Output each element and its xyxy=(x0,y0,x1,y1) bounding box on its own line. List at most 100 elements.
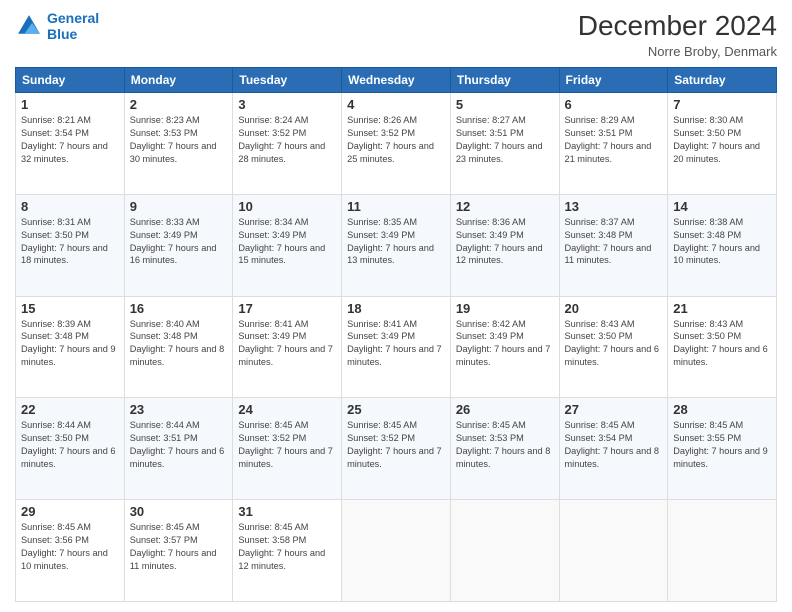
day-header-row: SundayMondayTuesdayWednesdayThursdayFrid… xyxy=(16,68,777,93)
day-number: 8 xyxy=(21,199,119,214)
cell-details: Sunrise: 8:27 AMSunset: 3:51 PMDaylight:… xyxy=(456,114,554,166)
day-number: 9 xyxy=(130,199,228,214)
cell-details: Sunrise: 8:45 AMSunset: 3:52 PMDaylight:… xyxy=(347,419,445,471)
logo-icon xyxy=(15,12,43,40)
week-row-5: 29Sunrise: 8:45 AMSunset: 3:56 PMDayligh… xyxy=(16,500,777,602)
calendar-cell: 31 Sunrise: 8:45 AMSunset: 3:58 PMDayligh… xyxy=(233,500,342,602)
page: General Blue December 2024 Norre Broby, … xyxy=(0,0,792,612)
day-number: 25 xyxy=(347,402,445,417)
header: General Blue December 2024 Norre Broby, … xyxy=(15,10,777,59)
day-number: 3 xyxy=(238,97,336,112)
day-number: 28 xyxy=(673,402,771,417)
day-number: 7 xyxy=(673,97,771,112)
calendar-cell: 19 Sunrise: 8:42 AMSunset: 3:49 PMDayligh… xyxy=(450,296,559,398)
day-number: 30 xyxy=(130,504,228,519)
logo-text: General Blue xyxy=(47,10,99,42)
cell-details: Sunrise: 8:40 AMSunset: 3:48 PMDaylight:… xyxy=(130,318,228,370)
cell-details: Sunrise: 8:23 AMSunset: 3:53 PMDaylight:… xyxy=(130,114,228,166)
calendar-cell: 20 Sunrise: 8:43 AMSunset: 3:50 PMDayligh… xyxy=(559,296,668,398)
cell-details: Sunrise: 8:36 AMSunset: 3:49 PMDaylight:… xyxy=(456,216,554,268)
month-title: December 2024 xyxy=(578,10,777,42)
calendar-cell: 16 Sunrise: 8:40 AMSunset: 3:48 PMDayligh… xyxy=(124,296,233,398)
cell-details: Sunrise: 8:45 AMSunset: 3:57 PMDaylight:… xyxy=(130,521,228,573)
day-number: 15 xyxy=(21,301,119,316)
day-header-thursday: Thursday xyxy=(450,68,559,93)
calendar-cell: 10Sunrise: 8:34 AMSunset: 3:49 PMDayligh… xyxy=(233,194,342,296)
calendar-cell: 21 Sunrise: 8:43 AMSunset: 3:50 PMDayligh… xyxy=(668,296,777,398)
calendar-cell xyxy=(668,500,777,602)
calendar-cell: 1Sunrise: 8:21 AMSunset: 3:54 PMDaylight… xyxy=(16,93,125,195)
calendar-cell xyxy=(450,500,559,602)
calendar-cell: 2 Sunrise: 8:23 AMSunset: 3:53 PMDaylight… xyxy=(124,93,233,195)
calendar-cell: 8 Sunrise: 8:31 AMSunset: 3:50 PMDaylight… xyxy=(16,194,125,296)
cell-details: Sunrise: 8:41 AMSunset: 3:49 PMDaylight:… xyxy=(238,318,336,370)
day-number: 29 xyxy=(21,504,119,519)
cell-details: Sunrise: 8:35 AMSunset: 3:49 PMDaylight:… xyxy=(347,216,445,268)
day-number: 24 xyxy=(238,402,336,417)
cell-details: Sunrise: 8:45 AMSunset: 3:55 PMDaylight:… xyxy=(673,419,771,471)
calendar-cell: 30 Sunrise: 8:45 AMSunset: 3:57 PMDayligh… xyxy=(124,500,233,602)
calendar-cell: 17 Sunrise: 8:41 AMSunset: 3:49 PMDayligh… xyxy=(233,296,342,398)
cell-details: Sunrise: 8:26 AMSunset: 3:52 PMDaylight:… xyxy=(347,114,445,166)
calendar-cell: 9Sunrise: 8:33 AMSunset: 3:49 PMDaylight… xyxy=(124,194,233,296)
day-number: 20 xyxy=(565,301,663,316)
day-header-tuesday: Tuesday xyxy=(233,68,342,93)
cell-details: Sunrise: 8:30 AMSunset: 3:50 PMDaylight:… xyxy=(673,114,771,166)
calendar-cell xyxy=(559,500,668,602)
calendar-cell: 22Sunrise: 8:44 AMSunset: 3:50 PMDayligh… xyxy=(16,398,125,500)
day-number: 11 xyxy=(347,199,445,214)
calendar-cell: 3Sunrise: 8:24 AMSunset: 3:52 PMDaylight… xyxy=(233,93,342,195)
calendar-table: SundayMondayTuesdayWednesdayThursdayFrid… xyxy=(15,67,777,602)
day-number: 12 xyxy=(456,199,554,214)
calendar-cell: 15 Sunrise: 8:39 AMSunset: 3:48 PMDayligh… xyxy=(16,296,125,398)
calendar-cell xyxy=(342,500,451,602)
cell-details: Sunrise: 8:43 AMSunset: 3:50 PMDaylight:… xyxy=(565,318,663,370)
logo: General Blue xyxy=(15,10,99,42)
day-number: 18 xyxy=(347,301,445,316)
day-number: 6 xyxy=(565,97,663,112)
calendar-cell: 24Sunrise: 8:45 AMSunset: 3:52 PMDayligh… xyxy=(233,398,342,500)
calendar-cell: 25 Sunrise: 8:45 AMSunset: 3:52 PMDayligh… xyxy=(342,398,451,500)
day-header-sunday: Sunday xyxy=(16,68,125,93)
calendar-cell: 14Sunrise: 8:38 AMSunset: 3:48 PMDayligh… xyxy=(668,194,777,296)
day-number: 16 xyxy=(130,301,228,316)
day-number: 13 xyxy=(565,199,663,214)
day-number: 10 xyxy=(238,199,336,214)
cell-details: Sunrise: 8:43 AMSunset: 3:50 PMDaylight:… xyxy=(673,318,771,370)
calendar-cell: 6 Sunrise: 8:29 AMSunset: 3:51 PMDaylight… xyxy=(559,93,668,195)
calendar-cell: 29Sunrise: 8:45 AMSunset: 3:56 PMDayligh… xyxy=(16,500,125,602)
day-number: 14 xyxy=(673,199,771,214)
day-number: 4 xyxy=(347,97,445,112)
cell-details: Sunrise: 8:44 AMSunset: 3:51 PMDaylight:… xyxy=(130,419,228,471)
calendar-cell: 26 Sunrise: 8:45 AMSunset: 3:53 PMDayligh… xyxy=(450,398,559,500)
cell-details: Sunrise: 8:42 AMSunset: 3:49 PMDaylight:… xyxy=(456,318,554,370)
title-area: December 2024 Norre Broby, Denmark xyxy=(578,10,777,59)
day-number: 2 xyxy=(130,97,228,112)
day-number: 31 xyxy=(238,504,336,519)
cell-details: Sunrise: 8:44 AMSunset: 3:50 PMDaylight:… xyxy=(21,419,119,471)
day-number: 23 xyxy=(130,402,228,417)
location: Norre Broby, Denmark xyxy=(578,44,777,59)
calendar-cell: 11 Sunrise: 8:35 AMSunset: 3:49 PMDayligh… xyxy=(342,194,451,296)
day-header-monday: Monday xyxy=(124,68,233,93)
calendar-cell: 23 Sunrise: 8:44 AMSunset: 3:51 PMDayligh… xyxy=(124,398,233,500)
calendar-cell: 4 Sunrise: 8:26 AMSunset: 3:52 PMDaylight… xyxy=(342,93,451,195)
calendar-cell: 7 Sunrise: 8:30 AMSunset: 3:50 PMDaylight… xyxy=(668,93,777,195)
day-header-wednesday: Wednesday xyxy=(342,68,451,93)
calendar-cell: 28 Sunrise: 8:45 AMSunset: 3:55 PMDayligh… xyxy=(668,398,777,500)
calendar-cell: 18Sunrise: 8:41 AMSunset: 3:49 PMDayligh… xyxy=(342,296,451,398)
week-row-4: 22Sunrise: 8:44 AMSunset: 3:50 PMDayligh… xyxy=(16,398,777,500)
week-row-3: 15 Sunrise: 8:39 AMSunset: 3:48 PMDayligh… xyxy=(16,296,777,398)
day-number: 17 xyxy=(238,301,336,316)
day-header-friday: Friday xyxy=(559,68,668,93)
calendar-cell: 5Sunrise: 8:27 AMSunset: 3:51 PMDaylight… xyxy=(450,93,559,195)
cell-details: Sunrise: 8:45 AMSunset: 3:58 PMDaylight:… xyxy=(238,521,336,573)
cell-details: Sunrise: 8:39 AMSunset: 3:48 PMDaylight:… xyxy=(21,318,119,370)
cell-details: Sunrise: 8:45 AMSunset: 3:53 PMDaylight:… xyxy=(456,419,554,471)
day-number: 26 xyxy=(456,402,554,417)
cell-details: Sunrise: 8:31 AMSunset: 3:50 PMDaylight:… xyxy=(21,216,119,268)
cell-details: Sunrise: 8:29 AMSunset: 3:51 PMDaylight:… xyxy=(565,114,663,166)
day-number: 19 xyxy=(456,301,554,316)
day-number: 21 xyxy=(673,301,771,316)
week-row-2: 8 Sunrise: 8:31 AMSunset: 3:50 PMDaylight… xyxy=(16,194,777,296)
